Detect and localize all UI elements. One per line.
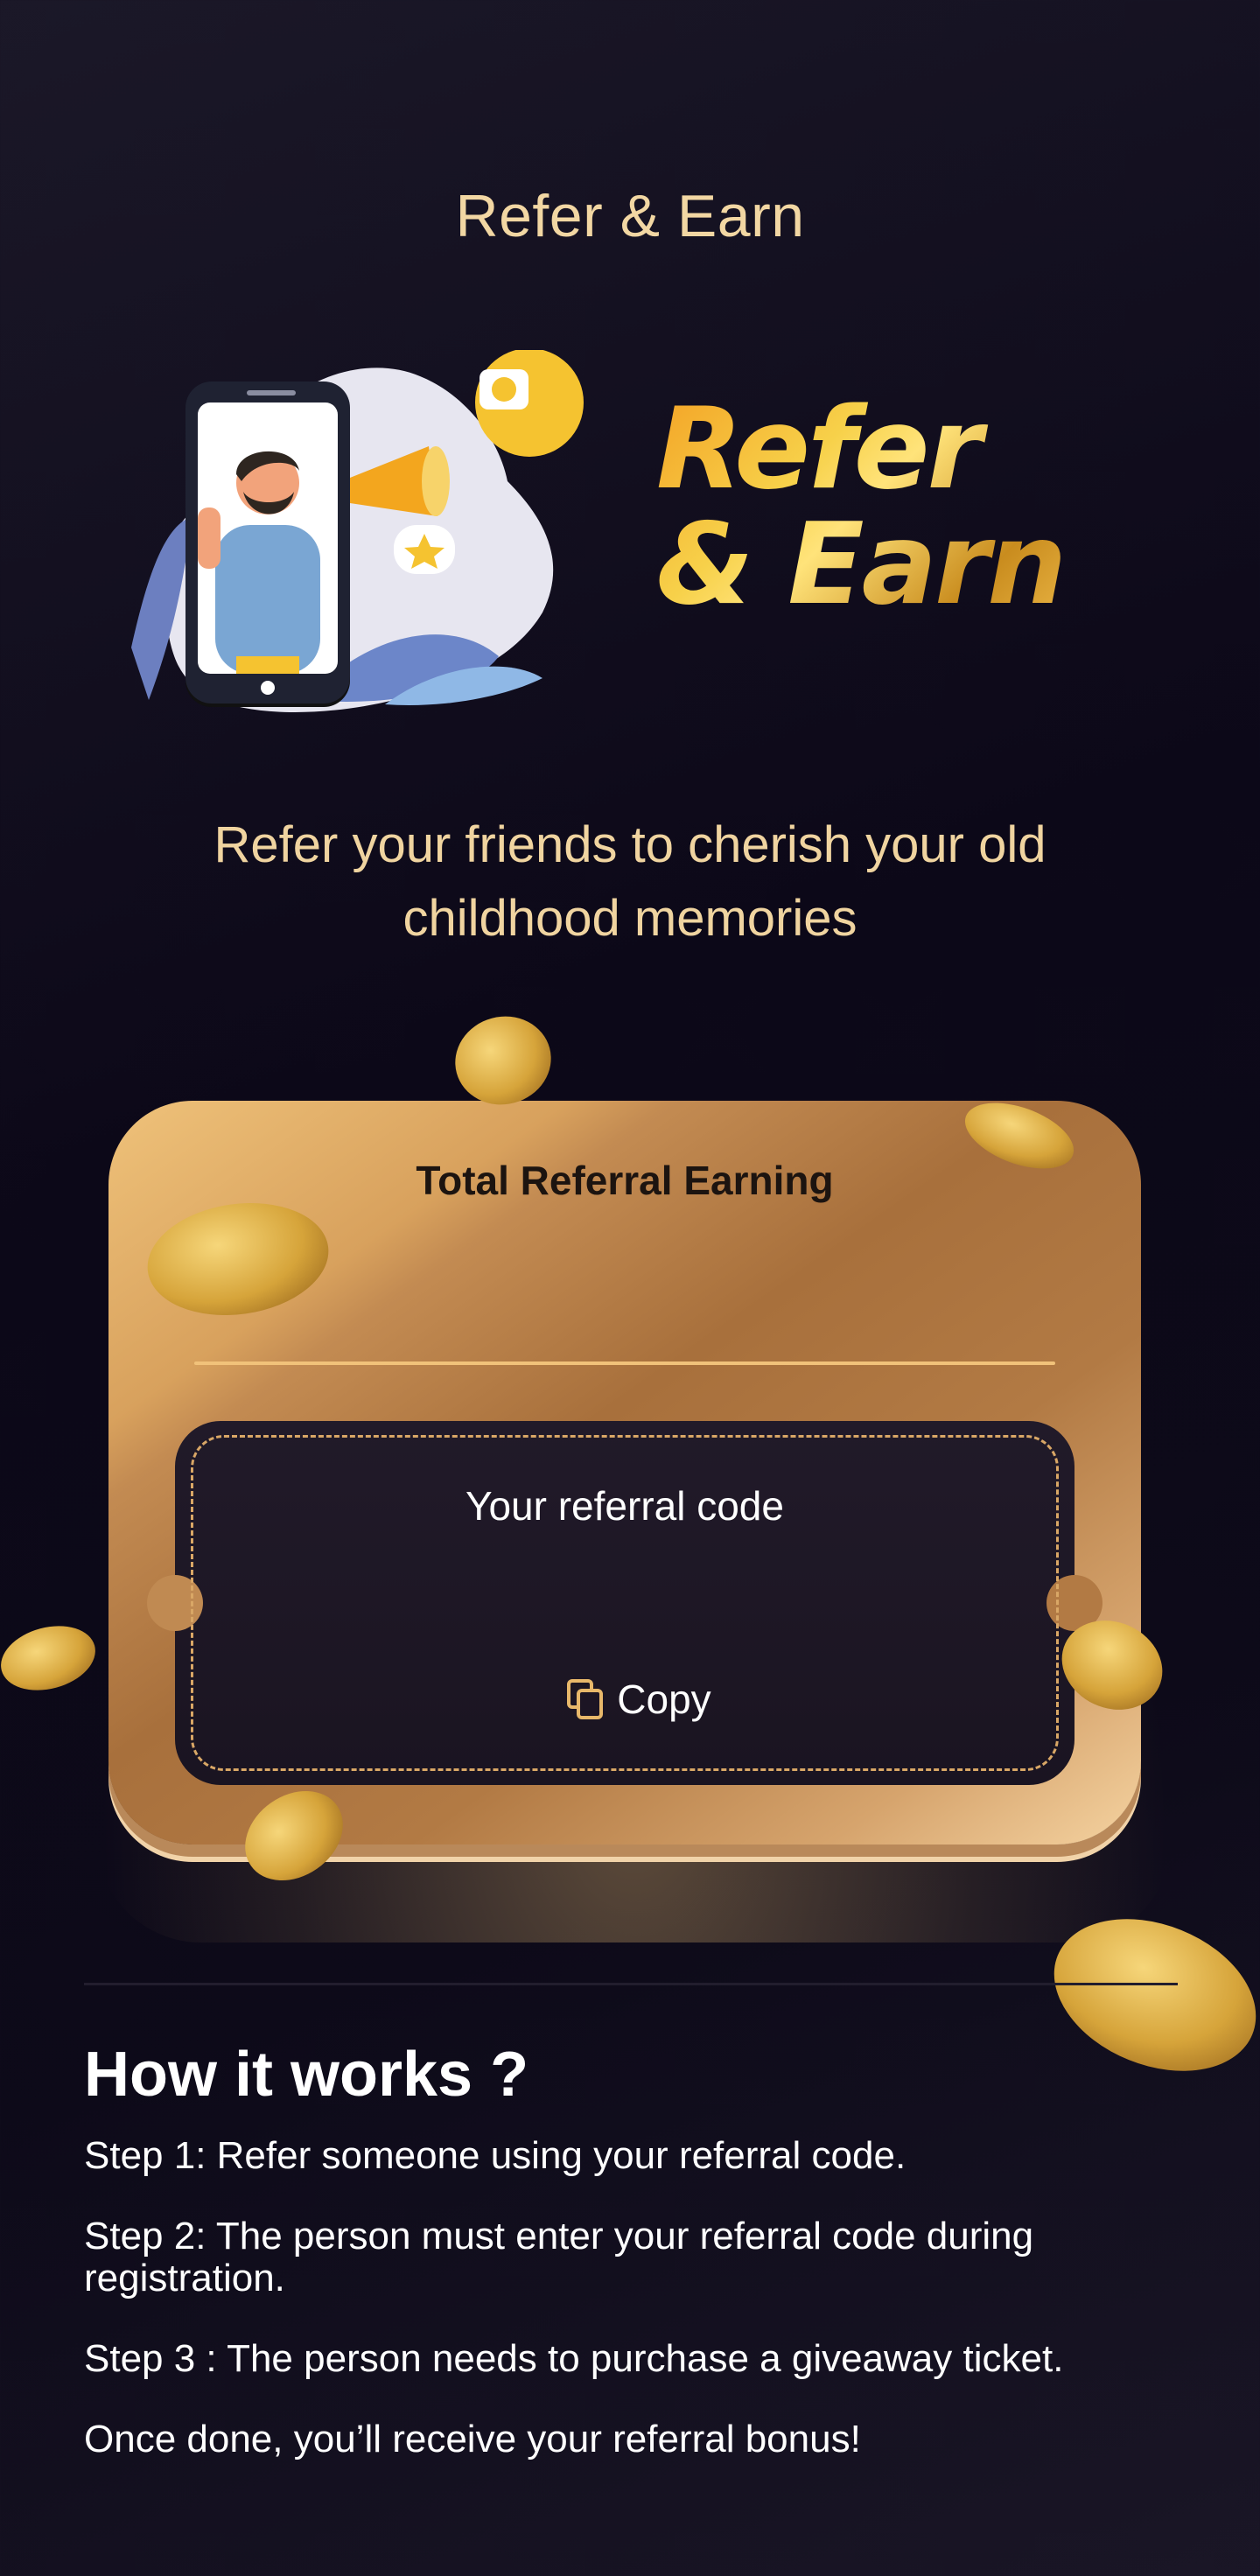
step-3: Step 3 : The person needs to purchase a … (84, 2337, 1064, 2380)
step-2: Step 2: The person must enter your refer… (84, 2215, 1034, 2300)
coin-icon (444, 1005, 562, 1116)
page-title: Refer & Earn (455, 183, 805, 249)
step-1: Step 1: Refer someone using your referra… (84, 2134, 906, 2177)
hero-title-line2: & Earn (656, 500, 1065, 630)
coin-icon (0, 1615, 103, 1701)
subtitle: Refer your friends to cherish your old c… (214, 816, 1046, 947)
hero-title: Refer & Earn (656, 392, 1064, 623)
copy-button[interactable]: Copy (525, 1670, 752, 1729)
card-divider (194, 1362, 1055, 1365)
copy-icon (566, 1678, 605, 1720)
hero-title-line1: Refer (656, 384, 980, 514)
card-title: Total Referral Earning (416, 1158, 834, 1203)
copy-label: Copy (617, 1676, 711, 1722)
how-it-works-steps: Step 1: Refer someone using your referra… (84, 2135, 1134, 2499)
phone-screen (198, 402, 338, 674)
section-divider (84, 1983, 1178, 1985)
how-it-works-title: How it works ? (84, 2040, 529, 2110)
phone-home-button (261, 681, 275, 695)
person-illustration (198, 451, 320, 674)
phone-speaker (247, 390, 296, 396)
completion-note: Once done, you’ll receive your referral … (84, 2418, 861, 2460)
referral-code-label: Your referral code (466, 1483, 784, 1529)
